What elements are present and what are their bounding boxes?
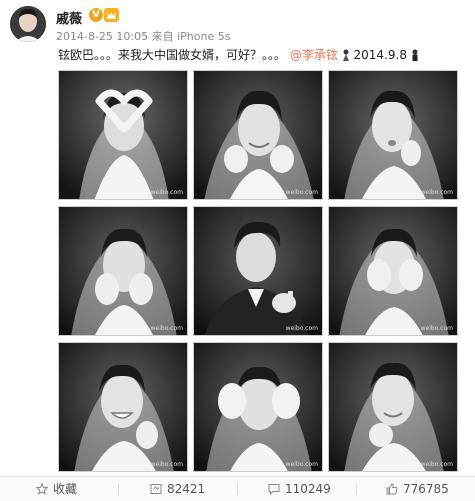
post-text: 铉欧巴。。。来我大中国做女婿，可好？。。。 @李承铉 2014.9.8 (58, 46, 419, 63)
comment-count: 110249 (285, 482, 331, 496)
divider (118, 484, 119, 495)
photo-watermark: weibo.com (150, 325, 183, 332)
like-count: 776785 (403, 482, 449, 496)
favorite-label: 收藏 (53, 482, 78, 496)
action-bar: 收藏 82421 110249 776785 (0, 476, 475, 501)
thumbs-up-icon (386, 483, 398, 495)
photo-bride-laughing[interactable]: weibo.com (58, 342, 188, 472)
post-text-main: 铉欧巴。。。来我大中国做女婿，可好？。。。 (58, 48, 287, 62)
post-meta: 2014-8-25 10:05 来自 iPhone 5s (56, 28, 230, 44)
post-timestamp[interactable]: 2014-8-25 10:05 (56, 30, 148, 43)
username[interactable]: 戚薇 (56, 8, 82, 27)
groom-emoji-icon (412, 49, 418, 61)
photo-watermark: weibo.com (420, 325, 453, 332)
repost-button[interactable]: 82421 (150, 477, 205, 501)
photo-bride-chin-on-hands[interactable]: weibo.com (193, 70, 323, 200)
photo-bride-hands-frame[interactable]: weibo.com (193, 342, 323, 472)
photo-grid: weibo.com weibo.com weibo.com weibo.com … (58, 70, 458, 472)
verified-badge-icon: V (89, 8, 103, 22)
photo-bride-hands-on-face[interactable]: weibo.com (58, 206, 188, 336)
photo-bride-peek-through-fingers[interactable]: weibo.com (328, 206, 458, 336)
divider (237, 484, 238, 495)
photo-watermark: weibo.com (420, 189, 453, 196)
divider (356, 484, 357, 495)
photo-bride-smiling-hand-chin[interactable]: weibo.com (328, 342, 458, 472)
photo-watermark: weibo.com (285, 189, 318, 196)
post-text-date: 2014.9.8 (353, 48, 407, 62)
avatar[interactable] (10, 6, 46, 42)
weibo-post-card: 戚薇 V 2014-8-25 10:05 来自 iPhone 5s 铉欧巴。。。… (0, 0, 475, 501)
photo-bride-pout[interactable]: weibo.com (328, 70, 458, 200)
favorite-button[interactable]: 收藏 (35, 477, 78, 501)
photo-groom-pointing[interactable]: weibo.com (193, 206, 323, 336)
photo-watermark: weibo.com (420, 461, 453, 468)
comment-icon (268, 484, 280, 496)
bride-emoji-icon (342, 49, 349, 61)
mention-link[interactable]: @李承铉 (290, 48, 338, 62)
comment-button[interactable]: 110249 (268, 477, 331, 501)
star-icon (35, 482, 49, 495)
repost-count: 82421 (167, 482, 206, 496)
photo-watermark: weibo.com (150, 461, 183, 468)
like-button[interactable]: 776785 (386, 477, 449, 501)
repost-icon (150, 484, 162, 494)
photo-watermark: weibo.com (285, 461, 318, 468)
vip-member-icon (104, 8, 119, 22)
photo-bride-heart-hands[interactable]: weibo.com (58, 70, 188, 200)
photo-watermark: weibo.com (150, 189, 183, 196)
post-source: 来自 iPhone 5s (151, 30, 231, 43)
photo-watermark: weibo.com (285, 325, 318, 332)
